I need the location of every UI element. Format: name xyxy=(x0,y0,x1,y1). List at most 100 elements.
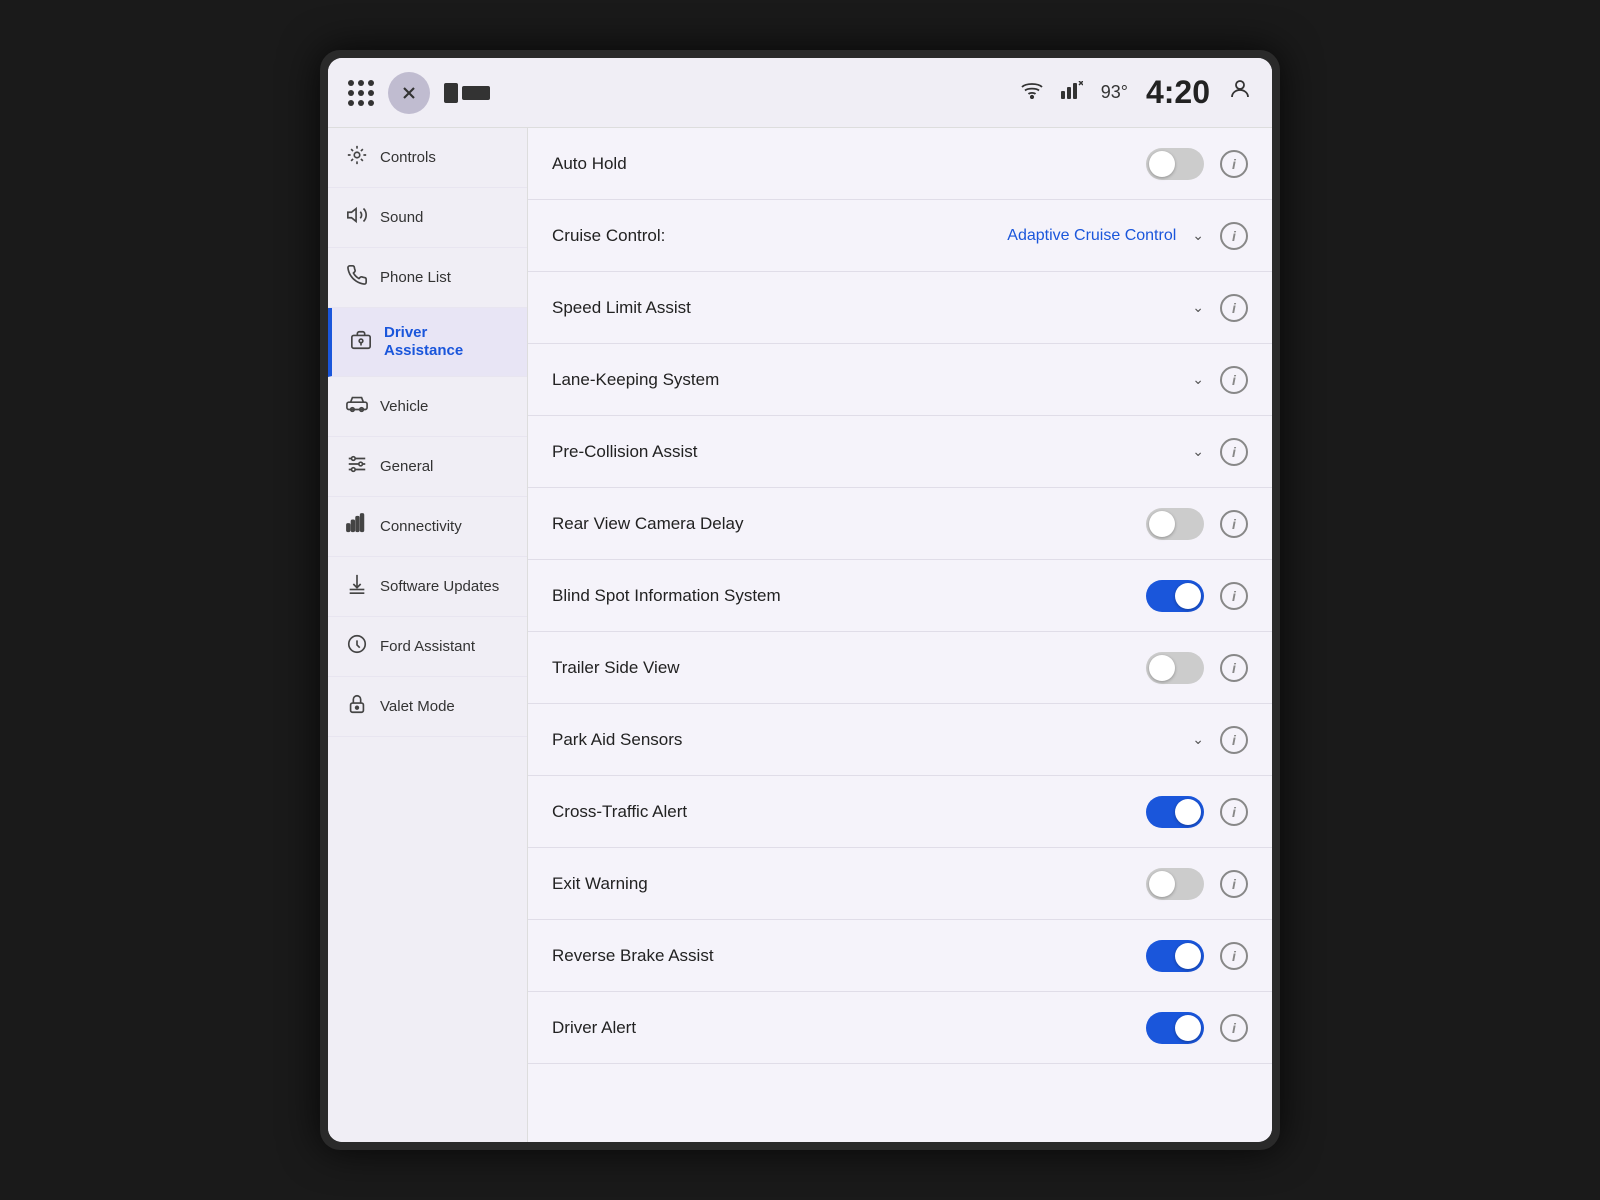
sidebar-item-software[interactable]: Software Updates xyxy=(328,557,527,617)
sidebar-label: Driver Assistance xyxy=(384,324,509,360)
signal-icon xyxy=(1061,81,1083,104)
setting-row-cruise-control: Cruise Control: Adaptive Cruise Control … xyxy=(528,200,1272,272)
driver-assistance-icon xyxy=(350,329,372,356)
pre-collision-chevron[interactable]: ⌄ xyxy=(1192,443,1204,460)
lane-keeping-chevron[interactable]: ⌄ xyxy=(1192,371,1204,388)
blind-spot-toggle[interactable] xyxy=(1146,580,1204,612)
driver-alert-toggle[interactable] xyxy=(1146,1012,1204,1044)
trailer-side-label: Trailer Side View xyxy=(552,658,1146,678)
speed-limit-label: Speed Limit Assist xyxy=(552,298,1192,318)
temperature: 93° xyxy=(1101,82,1128,103)
header: 93° 4:20 xyxy=(328,58,1272,128)
pre-collision-label: Pre-Collision Assist xyxy=(552,442,1192,462)
cruise-control-info[interactable]: i xyxy=(1220,222,1248,250)
clock: 4:20 xyxy=(1146,74,1210,111)
setting-row-blind-spot: Blind Spot Information System i xyxy=(528,560,1272,632)
speed-limit-chevron[interactable]: ⌄ xyxy=(1192,299,1204,316)
pre-collision-info[interactable]: i xyxy=(1220,438,1248,466)
rear-view-toggle[interactable] xyxy=(1146,508,1204,540)
phone-icon xyxy=(346,264,368,291)
main-content: Controls Sound xyxy=(328,128,1272,1142)
park-aid-label: Park Aid Sensors xyxy=(552,730,1192,750)
sidebar-label: Software Updates xyxy=(380,578,499,596)
sidebar-item-valet-mode[interactable]: Valet Mode xyxy=(328,677,527,737)
software-icon xyxy=(346,573,368,600)
sidebar-item-general[interactable]: General xyxy=(328,437,527,497)
reverse-brake-toggle[interactable] xyxy=(1146,940,1204,972)
setting-row-speed-limit: Speed Limit Assist ⌄ i xyxy=(528,272,1272,344)
trailer-side-toggle[interactable] xyxy=(1146,652,1204,684)
cruise-control-label: Cruise Control: xyxy=(552,226,1007,246)
setting-row-exit-warning: Exit Warning i xyxy=(528,848,1272,920)
sidebar-label: Ford Assistant xyxy=(380,638,475,656)
park-aid-info[interactable]: i xyxy=(1220,726,1248,754)
sidebar-label: Connectivity xyxy=(380,518,462,536)
cruise-control-value: Adaptive Cruise Control xyxy=(1007,227,1176,245)
cross-traffic-toggle[interactable] xyxy=(1146,796,1204,828)
reverse-brake-controls: i xyxy=(1146,940,1248,972)
driver-alert-info[interactable]: i xyxy=(1220,1014,1248,1042)
wifi-icon xyxy=(1021,81,1043,104)
cross-traffic-controls: i xyxy=(1146,796,1248,828)
lane-keeping-info[interactable]: i xyxy=(1220,366,1248,394)
sidebar-label: Phone List xyxy=(380,269,451,287)
exit-warning-toggle[interactable] xyxy=(1146,868,1204,900)
ford-assistant-icon xyxy=(346,633,368,660)
setting-row-trailer-side: Trailer Side View i xyxy=(528,632,1272,704)
reverse-brake-info[interactable]: i xyxy=(1220,942,1248,970)
park-aid-controls: ⌄ i xyxy=(1192,726,1248,754)
speed-limit-info[interactable]: i xyxy=(1220,294,1248,322)
close-button[interactable] xyxy=(388,72,430,114)
cruise-control-chevron[interactable]: ⌄ xyxy=(1192,227,1204,244)
sidebar-item-controls[interactable]: Controls xyxy=(328,128,527,188)
pre-collision-controls: ⌄ i xyxy=(1192,438,1248,466)
rear-view-info[interactable]: i xyxy=(1220,510,1248,538)
sidebar-item-connectivity[interactable]: Connectivity xyxy=(328,497,527,557)
sidebar-item-sound[interactable]: Sound xyxy=(328,188,527,248)
exit-warning-info[interactable]: i xyxy=(1220,870,1248,898)
connectivity-icon xyxy=(346,513,368,540)
sidebar-label: Sound xyxy=(380,209,423,227)
trailer-side-controls: i xyxy=(1146,652,1248,684)
driver-alert-controls: i xyxy=(1146,1012,1248,1044)
screen-bezel: 93° 4:20 xyxy=(320,50,1280,1150)
setting-row-cross-traffic: Cross-Traffic Alert i xyxy=(528,776,1272,848)
blind-spot-info[interactable]: i xyxy=(1220,582,1248,610)
lane-keeping-label: Lane-Keeping System xyxy=(552,370,1192,390)
header-right: 93° 4:20 xyxy=(1021,74,1252,111)
setting-row-reverse-brake: Reverse Brake Assist i xyxy=(528,920,1272,992)
sidebar-label: Vehicle xyxy=(380,398,428,416)
sidebar-label: Valet Mode xyxy=(380,698,455,716)
settings-panel: Auto Hold i Cruise Control: Adaptive Cru… xyxy=(528,128,1272,1142)
user-icon[interactable] xyxy=(1228,77,1252,108)
trailer-side-info[interactable]: i xyxy=(1220,654,1248,682)
cross-traffic-info[interactable]: i xyxy=(1220,798,1248,826)
setting-row-driver-alert: Driver Alert i xyxy=(528,992,1272,1064)
setting-row-park-aid: Park Aid Sensors ⌄ i xyxy=(528,704,1272,776)
auto-hold-info[interactable]: i xyxy=(1220,150,1248,178)
cruise-control-controls: Adaptive Cruise Control ⌄ i xyxy=(1007,222,1248,250)
speed-limit-controls: ⌄ i xyxy=(1192,294,1248,322)
driver-alert-label: Driver Alert xyxy=(552,1018,1146,1038)
reverse-brake-label: Reverse Brake Assist xyxy=(552,946,1146,966)
lane-keeping-controls: ⌄ i xyxy=(1192,366,1248,394)
setting-row-pre-collision: Pre-Collision Assist ⌄ i xyxy=(528,416,1272,488)
media-icon xyxy=(444,83,490,103)
valet-icon xyxy=(346,693,368,720)
park-aid-chevron[interactable]: ⌄ xyxy=(1192,731,1204,748)
sidebar-label: Controls xyxy=(380,149,436,167)
exit-warning-controls: i xyxy=(1146,868,1248,900)
sidebar-item-driver-assistance[interactable]: Driver Assistance xyxy=(328,308,527,377)
setting-row-auto-hold: Auto Hold i xyxy=(528,128,1272,200)
vehicle-icon xyxy=(346,393,368,420)
auto-hold-label: Auto Hold xyxy=(552,154,1146,174)
sidebar-item-vehicle[interactable]: Vehicle xyxy=(328,377,527,437)
sidebar: Controls Sound xyxy=(328,128,528,1142)
general-icon xyxy=(346,453,368,480)
rear-view-label: Rear View Camera Delay xyxy=(552,514,1146,534)
cross-traffic-label: Cross-Traffic Alert xyxy=(552,802,1146,822)
auto-hold-toggle[interactable] xyxy=(1146,148,1204,180)
apps-icon[interactable] xyxy=(348,80,374,106)
sidebar-item-phone[interactable]: Phone List xyxy=(328,248,527,308)
sidebar-item-ford-assistant[interactable]: Ford Assistant xyxy=(328,617,527,677)
